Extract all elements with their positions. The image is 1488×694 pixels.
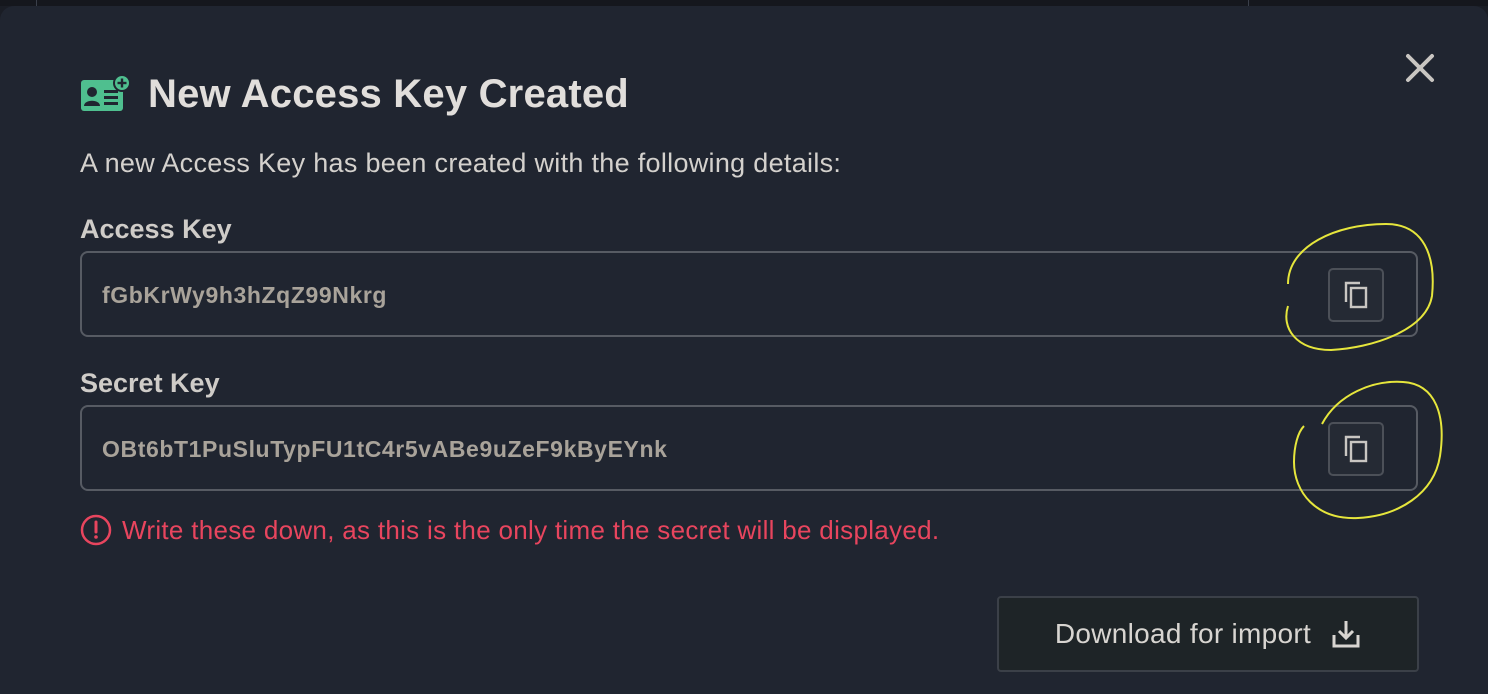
dialog-header: New Access Key Created	[80, 68, 629, 120]
copy-secret-key-button[interactable]	[1328, 422, 1384, 476]
add-user-card-icon	[81, 74, 131, 111]
dialog-description: A new Access Key has been created with t…	[80, 148, 842, 178]
close-icon	[1406, 54, 1434, 82]
download-for-import-button[interactable]: Download for import	[997, 596, 1419, 672]
warning-text: Write these down, as this is the only ti…	[122, 514, 940, 545]
secret-key-label: Secret Key	[80, 368, 220, 398]
access-key-value[interactable]: fGbKrWy9h3hZqZ99Nkrg	[102, 282, 387, 309]
access-key-label: Access Key	[80, 214, 232, 244]
alert-circle-icon	[80, 514, 112, 546]
copy-access-key-button[interactable]	[1328, 268, 1384, 322]
secret-key-value[interactable]: OBt6bT1PuSluTypFU1tC4r5vABe9uZeF9kByEYnk	[102, 436, 668, 463]
copy-icon	[1344, 281, 1368, 309]
close-button[interactable]	[1400, 48, 1440, 88]
warning-message: Write these down, as this is the only ti…	[80, 514, 939, 546]
copy-icon	[1344, 435, 1368, 463]
download-icon	[1332, 621, 1360, 648]
access-key-field[interactable]: fGbKrWy9h3hZqZ99Nkrg	[80, 251, 1418, 337]
dialog-title: New Access Key Created	[148, 71, 629, 116]
access-key-dialog: New Access Key Created A new Access Key …	[0, 6, 1488, 694]
download-button-label: Download for import	[1054, 618, 1312, 649]
secret-key-field[interactable]: OBt6bT1PuSluTypFU1tC4r5vABe9uZeF9kByEYnk	[80, 405, 1418, 491]
